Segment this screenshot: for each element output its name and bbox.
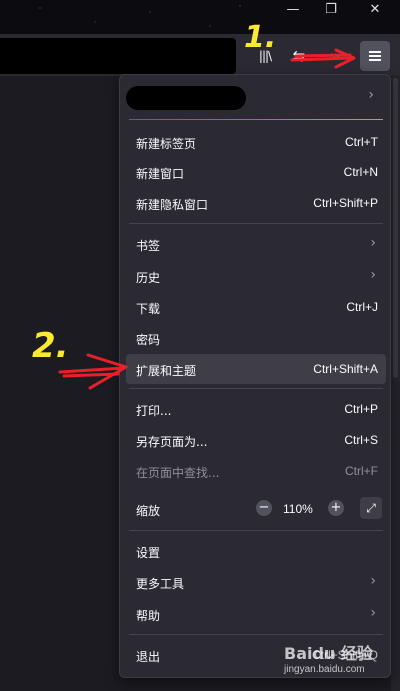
zoom-in-button[interactable]: + xyxy=(328,500,344,516)
restore-icon[interactable]: ❐ xyxy=(320,2,342,18)
chevron-right-icon: › xyxy=(370,573,376,589)
chevron-right-icon: › xyxy=(368,87,374,103)
menu-item-label: 退出 xyxy=(136,650,161,664)
menu-item-passwords[interactable]: 密码 xyxy=(126,323,386,353)
menu-separator xyxy=(129,223,383,224)
annotation-step-1: 1. xyxy=(244,20,277,55)
hamburger-icon xyxy=(369,51,381,61)
menu-item-shortcut: Ctrl+N xyxy=(343,165,378,179)
menu-item-new-tab[interactable]: 新建标签页 Ctrl+T xyxy=(126,127,386,157)
zoom-value[interactable]: 110% xyxy=(283,502,313,516)
menu-item-shortcut: Ctrl+P xyxy=(344,402,378,416)
close-icon[interactable]: ✕ xyxy=(364,2,386,18)
zoom-out-button[interactable]: − xyxy=(256,500,272,516)
menu-item-downloads[interactable]: 下载 Ctrl+J xyxy=(126,292,386,322)
menu-item-label: 历史 xyxy=(136,271,161,285)
menu-item-label: 扩展和主题 xyxy=(136,364,197,378)
menu-separator xyxy=(129,530,383,531)
menu-item-settings[interactable]: 设置 xyxy=(126,536,386,566)
menu-item-label: 密码 xyxy=(136,333,161,347)
page-scrollbar-thumb[interactable] xyxy=(393,78,398,378)
chevron-right-icon: › xyxy=(370,605,376,621)
menu-item-shortcut: Ctrl+Shift+P xyxy=(313,196,378,210)
watermark: Baidu 经验 jingyan.baidu.com xyxy=(284,640,373,675)
menu-item-shortcut: Ctrl+J xyxy=(346,300,378,314)
menu-item-label: 设置 xyxy=(136,546,161,560)
url-bar[interactable] xyxy=(0,38,236,74)
zoom-label: 缩放 xyxy=(136,504,161,518)
menu-item-new-private-window[interactable]: 新建隐私窗口 Ctrl+Shift+P xyxy=(126,188,386,218)
account-name-redacted xyxy=(126,86,246,110)
menu-item-shortcut: Ctrl+T xyxy=(345,135,378,149)
menu-item-save-page[interactable]: 另存页面为... Ctrl+S xyxy=(126,425,386,455)
fullscreen-icon[interactable]: ⤢ xyxy=(360,497,382,519)
menu-item-more-tools[interactable]: 更多工具 › xyxy=(126,567,386,597)
menu-item-label: 在页面中查找... xyxy=(136,466,220,480)
menu-item-shortcut: Ctrl+Shift+A xyxy=(313,362,378,376)
menu-item-print[interactable]: 打印... Ctrl+P xyxy=(126,394,386,424)
watermark-url: jingyan.baidu.com xyxy=(284,664,365,675)
menu-item-find-in-page[interactable]: 在页面中查找... Ctrl+F xyxy=(126,456,386,486)
menu-item-label: 新建标签页 xyxy=(136,137,197,151)
menu-item-new-window[interactable]: 新建窗口 Ctrl+N xyxy=(126,157,386,187)
chevron-right-icon: › xyxy=(370,267,376,283)
menu-item-addons-themes[interactable]: 扩展和主题 Ctrl+Shift+A xyxy=(126,354,386,384)
menu-item-help[interactable]: 帮助 › xyxy=(126,599,386,629)
menu-item-label: 打印... xyxy=(136,404,172,418)
menu-item-label: 更多工具 xyxy=(136,577,185,591)
menu-item-bookmarks[interactable]: 书签 › xyxy=(126,229,386,259)
minimize-icon[interactable]: — xyxy=(282,2,304,18)
menu-item-shortcut: Ctrl+S xyxy=(344,433,378,447)
app-menu-button[interactable] xyxy=(360,41,390,71)
menu-item-label: 新建窗口 xyxy=(136,167,185,181)
menu-item-label: 帮助 xyxy=(136,609,161,623)
menu-item-label: 书签 xyxy=(136,239,161,253)
title-bar: — ❐ ✕ xyxy=(0,0,400,34)
arrow-to-addons-item xyxy=(58,353,128,390)
sync-icon[interactable]: ⇆ xyxy=(284,41,314,71)
overflow-icon[interactable]: » xyxy=(320,41,350,71)
menu-item-label: 下载 xyxy=(136,302,161,316)
menu-separator xyxy=(129,634,383,635)
menu-separator xyxy=(129,388,383,389)
watermark-brand: Baidu 经验 xyxy=(284,644,373,663)
menu-item-label: 新建隐私窗口 xyxy=(136,198,209,212)
accent-divider xyxy=(129,119,383,120)
app-menu-panel: › 新建标签页 Ctrl+T 新建窗口 Ctrl+N 新建隐私窗口 Ctrl+S… xyxy=(119,74,391,678)
menu-item-shortcut: Ctrl+F xyxy=(345,464,378,478)
menu-item-history[interactable]: 历史 › xyxy=(126,261,386,291)
annotation-step-2: 2. xyxy=(32,326,69,366)
zoom-row: 缩放 − 110% + ⤢ xyxy=(126,494,386,522)
chevron-right-icon: › xyxy=(370,235,376,251)
menu-item-label: 另存页面为... xyxy=(136,435,208,449)
account-row[interactable]: › xyxy=(126,83,384,121)
